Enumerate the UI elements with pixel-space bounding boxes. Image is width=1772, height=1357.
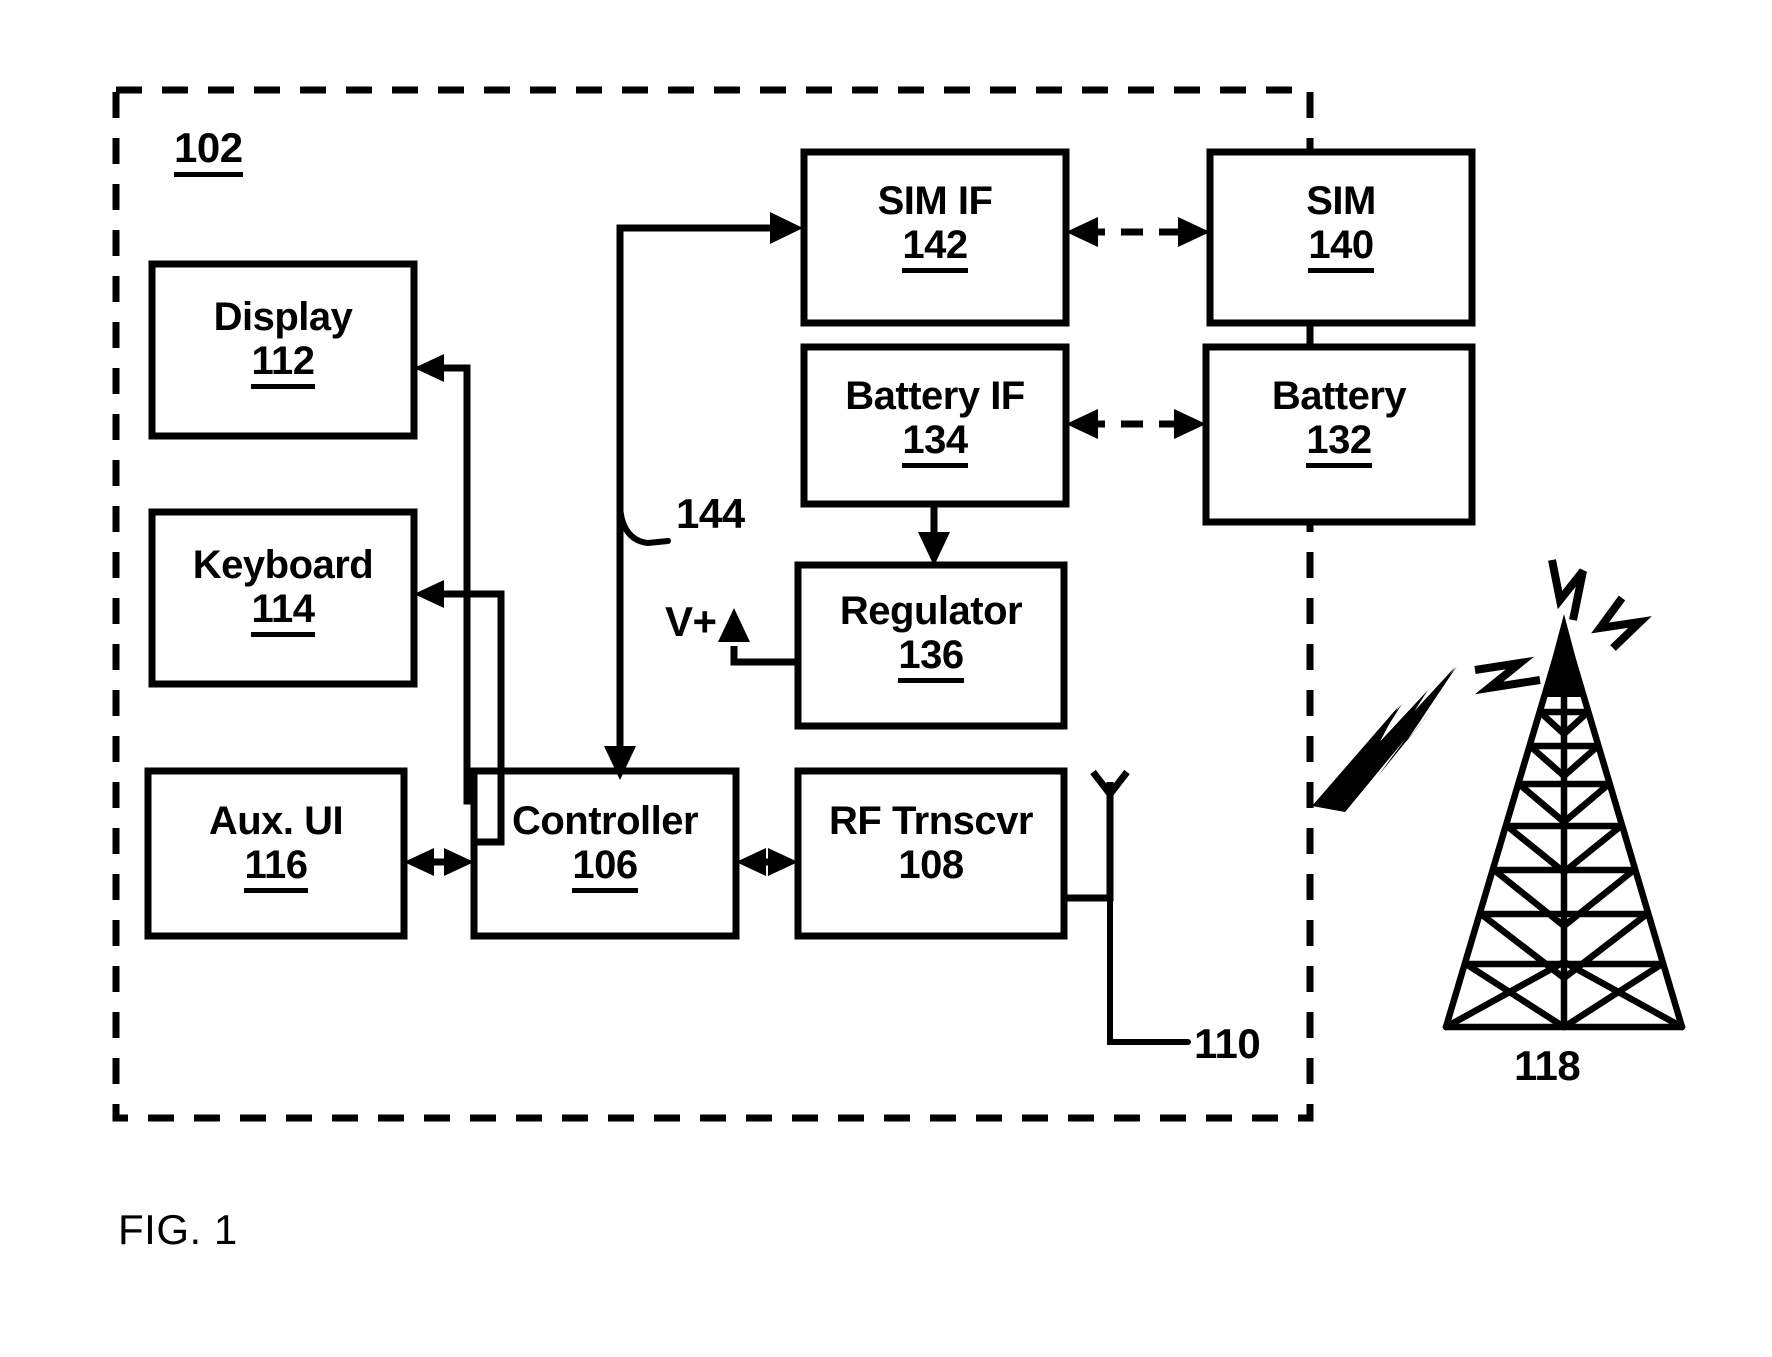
- arrowhead-vplus: [718, 608, 750, 642]
- block-regulator-title: Regulator: [839, 589, 1023, 633]
- leader-110: [1107, 895, 1191, 1045]
- block-keyboard-label: Keyboard 114: [145, 543, 421, 638]
- block-sim-if-ref: 142: [902, 223, 968, 274]
- tower-brace-r4: [1560, 822, 1625, 876]
- tower-brace-r2: [1560, 742, 1602, 780]
- arrowhead-simif-inward: [1066, 217, 1098, 247]
- wire-rf-to-antenna: [1064, 782, 1114, 902]
- block-display-label: Display 112: [152, 295, 414, 390]
- patent-figure-1: 102 Display 112 Keyboard 114 Aux. UI 116…: [0, 0, 1772, 1357]
- block-aux-ui-label: Aux. UI 116: [148, 799, 404, 894]
- wire-controller-to-display: [427, 364, 474, 805]
- block-regulator-label: Regulator 136: [793, 589, 1069, 684]
- block-sim-ref: 140: [1308, 223, 1374, 274]
- block-rf-trnscvr-label: RF Trnscvr 108: [793, 800, 1069, 887]
- annotation-antenna-110: 110: [1194, 1020, 1261, 1067]
- annotation-bus-144: 144: [676, 490, 745, 537]
- tower-brace-l4: [1503, 822, 1568, 876]
- block-battery-if-ref: 134: [902, 418, 968, 469]
- wave-right: [1591, 595, 1652, 651]
- block-aux-ui-title: Aux. UI: [208, 799, 344, 843]
- wire-regulator-to-vplus: [730, 646, 798, 666]
- block-controller-label: Controller 106: [468, 799, 742, 894]
- annotation-tower-118: 118: [1514, 1042, 1581, 1089]
- leader-144: [617, 503, 671, 547]
- block-sim-if-label: SIM IF 142: [804, 179, 1066, 274]
- arrowhead-regulator: [918, 532, 950, 566]
- arrowhead-simif: [770, 212, 803, 244]
- arrowhead-display: [414, 354, 444, 382]
- block-sim-title: SIM: [1306, 179, 1376, 223]
- tower-brace-r5: [1560, 866, 1638, 930]
- annotation-supply-rail-vplus: V+: [665, 598, 717, 645]
- block-battery-if-label: Battery IF 134: [799, 374, 1071, 469]
- tower-brace-l3: [1515, 780, 1568, 826]
- arrowhead-sim-inward: [1178, 217, 1210, 247]
- block-sim-if-title: SIM IF: [877, 179, 993, 223]
- block-display-title: Display: [213, 295, 353, 339]
- tower-brace-l1: [1536, 708, 1568, 738]
- block-battery-ref: 132: [1306, 418, 1372, 469]
- tower-brace-l5: [1490, 866, 1568, 930]
- block-battery-label: Battery 132: [1206, 374, 1472, 469]
- block-rf-trnscvr-title: RF Trnscvr: [829, 799, 1033, 843]
- block-rf-trnscvr-ref: 108: [898, 843, 964, 888]
- block-display-ref: 112: [251, 339, 315, 390]
- enclosure-ref-102: 102: [174, 124, 243, 177]
- block-battery-if-title: Battery IF: [845, 374, 1025, 418]
- block-sim-label: SIM 140: [1210, 179, 1472, 274]
- tower-brace-r1: [1560, 708, 1592, 738]
- arrowhead-auxui-left: [404, 848, 434, 876]
- block-battery-title: Battery: [1271, 374, 1407, 418]
- block-keyboard-title: Keyboard: [192, 543, 374, 587]
- figure-caption: FIG. 1: [118, 1206, 238, 1253]
- block-keyboard-ref: 114: [251, 587, 315, 638]
- block-aux-ui-ref: 116: [244, 843, 308, 894]
- wave-up: [1548, 559, 1587, 621]
- arrowhead-battery-inward: [1174, 409, 1206, 439]
- wave-left: [1474, 656, 1541, 695]
- block-controller-title: Controller: [511, 799, 699, 843]
- block-controller-ref: 106: [572, 843, 638, 894]
- block-regulator-ref: 136: [898, 633, 964, 684]
- tower-brace-l2: [1526, 742, 1568, 780]
- tower-brace-r3: [1560, 780, 1613, 826]
